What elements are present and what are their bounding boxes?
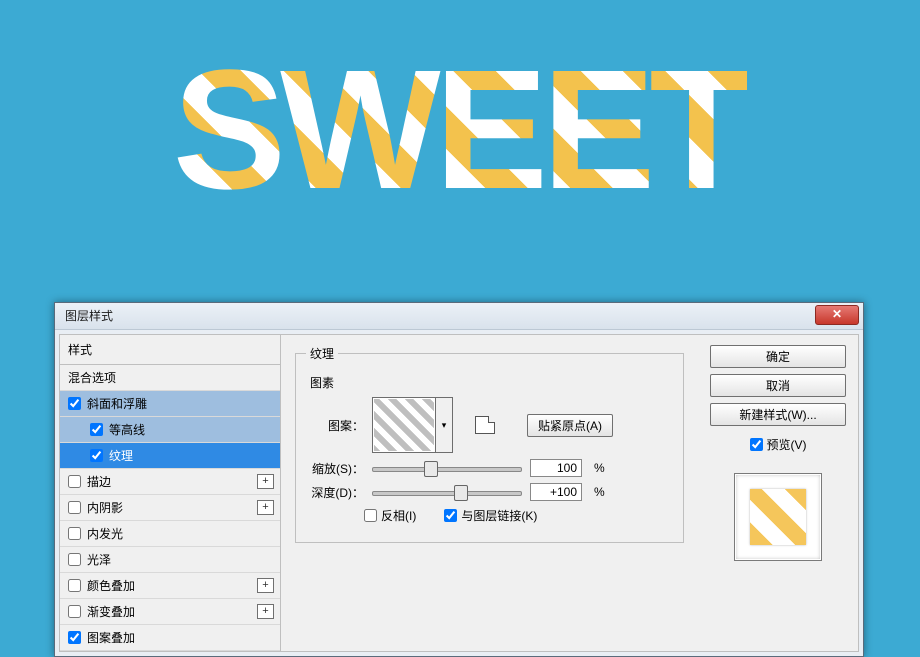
blend-options-label: 混合选项: [68, 369, 116, 386]
canvas-artwork: SWEET: [0, 0, 920, 215]
preview-label: 预览(V): [767, 436, 807, 453]
add-effect-icon[interactable]: +: [257, 474, 274, 489]
dialog-buttons: 确定 取消 新建样式(W)... 预览(V): [698, 335, 858, 651]
slider-thumb-icon[interactable]: [424, 461, 438, 477]
snap-origin-button[interactable]: 贴紧原点(A): [527, 414, 613, 437]
style-item-图案叠加[interactable]: 图案叠加: [60, 625, 280, 651]
add-effect-icon[interactable]: +: [257, 500, 274, 515]
blend-options-row[interactable]: 混合选项: [60, 365, 280, 391]
link-layer-checkbox[interactable]: 与图层链接(K): [444, 507, 537, 524]
invert-checkbox[interactable]: 反相(I): [364, 507, 416, 524]
style-item-label: 渐变叠加: [87, 603, 135, 620]
new-style-button[interactable]: 新建样式(W)...: [710, 403, 846, 426]
slider-thumb-icon[interactable]: [454, 485, 468, 501]
style-item-颜色叠加[interactable]: 颜色叠加 +: [60, 573, 280, 599]
texture-fieldset: 纹理 图素 图案： ▾ 贴紧原点(A) 缩放(S)：: [295, 345, 684, 543]
invert-label: 反相(I): [381, 507, 416, 524]
link-label: 与图层链接(K): [461, 507, 537, 524]
close-icon: ✕: [832, 307, 842, 321]
sweet-text: SWEET: [173, 45, 747, 215]
cancel-button[interactable]: 取消: [710, 374, 846, 397]
close-button[interactable]: ✕: [815, 305, 859, 325]
style-checkbox[interactable]: [90, 449, 103, 462]
pattern-label: 图案：: [306, 417, 364, 434]
style-item-渐变叠加[interactable]: 渐变叠加 +: [60, 599, 280, 625]
invert-checkbox-input[interactable]: [364, 509, 377, 522]
layer-style-dialog: 图层样式 ✕ 样式 混合选项 斜面和浮雕等高线纹理描边+内阴影+内发光光泽颜色叠…: [54, 302, 864, 657]
style-checkbox[interactable]: [68, 527, 81, 540]
style-checkbox[interactable]: [68, 579, 81, 592]
preview-swatch-icon: [750, 489, 806, 545]
style-item-label: 描边: [87, 473, 111, 490]
link-checkbox-input[interactable]: [444, 509, 457, 522]
style-item-label: 颜色叠加: [87, 577, 135, 594]
pattern-swatch: [372, 397, 436, 453]
style-item-光泽[interactable]: 光泽: [60, 547, 280, 573]
style-item-label: 内发光: [87, 525, 123, 542]
style-item-label: 图案叠加: [87, 629, 135, 646]
dialog-titlebar[interactable]: 图层样式 ✕: [55, 303, 863, 330]
style-checkbox[interactable]: [68, 553, 81, 566]
style-checkbox[interactable]: [68, 501, 81, 514]
style-checkbox[interactable]: [68, 631, 81, 644]
new-preset-icon[interactable]: [475, 416, 495, 434]
style-checkbox[interactable]: [68, 605, 81, 618]
depth-input[interactable]: [530, 483, 582, 501]
style-item-label: 斜面和浮雕: [87, 395, 147, 412]
texture-legend: 纹理: [306, 345, 338, 362]
options-panel: 纹理 图素 图案： ▾ 贴紧原点(A) 缩放(S)：: [281, 335, 698, 651]
preview-checkbox[interactable]: 预览(V): [750, 436, 807, 453]
preview-checkbox-input[interactable]: [750, 438, 763, 451]
styles-header[interactable]: 样式: [60, 335, 280, 365]
style-checkbox[interactable]: [68, 397, 81, 410]
chevron-down-icon[interactable]: ▾: [436, 397, 453, 453]
style-preview: [734, 473, 822, 561]
styles-list: 样式 混合选项 斜面和浮雕等高线纹理描边 + 内阴影 + 内发光光泽颜色叠加 + 渐变叠加 +…: [60, 335, 281, 651]
scale-label: 缩放(S)：: [306, 460, 364, 477]
percent-label: %: [594, 485, 605, 499]
scale-slider[interactable]: [372, 461, 522, 475]
dialog-title: 图层样式: [65, 309, 113, 323]
style-item-等高线[interactable]: 等高线: [60, 417, 280, 443]
element-label: 图素: [310, 374, 673, 391]
style-item-label: 等高线: [109, 421, 145, 438]
style-item-斜面和浮雕[interactable]: 斜面和浮雕: [60, 391, 280, 417]
style-item-描边[interactable]: 描边 +: [60, 469, 280, 495]
style-item-内发光[interactable]: 内发光: [60, 521, 280, 547]
percent-label: %: [594, 461, 605, 475]
style-item-label: 内阴影: [87, 499, 123, 516]
add-effect-icon[interactable]: +: [257, 578, 274, 593]
ok-button[interactable]: 确定: [710, 345, 846, 368]
pattern-picker[interactable]: ▾: [372, 397, 453, 453]
style-checkbox[interactable]: [90, 423, 103, 436]
style-item-内阴影[interactable]: 内阴影 +: [60, 495, 280, 521]
depth-slider[interactable]: [372, 485, 522, 499]
style-item-纹理[interactable]: 纹理: [60, 443, 280, 469]
style-item-label: 光泽: [87, 551, 111, 568]
style-checkbox[interactable]: [68, 475, 81, 488]
scale-input[interactable]: [530, 459, 582, 477]
depth-label: 深度(D)：: [306, 484, 364, 501]
add-effect-icon[interactable]: +: [257, 604, 274, 619]
style-item-label: 纹理: [109, 447, 133, 464]
